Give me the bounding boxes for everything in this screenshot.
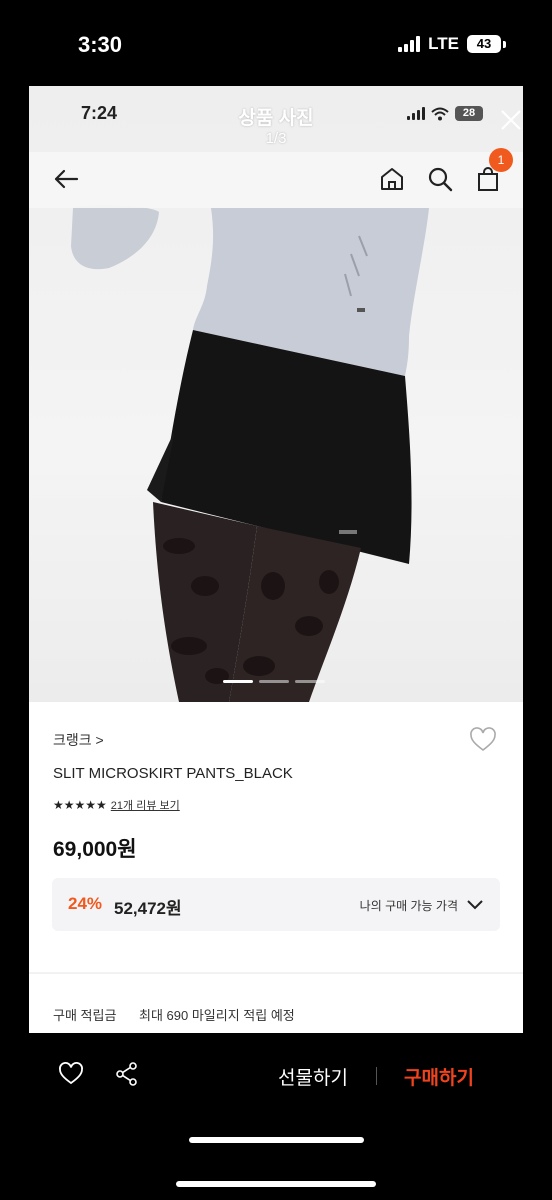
- my-price-box[interactable]: 24% 52,472원 나의 구매 가능 가격: [52, 878, 500, 931]
- like-heart-icon[interactable]: [58, 1061, 84, 1087]
- back-arrow-icon[interactable]: [51, 164, 81, 194]
- inner-home-indicator: [189, 1137, 364, 1143]
- close-icon[interactable]: [499, 108, 523, 132]
- progress-segment: [295, 680, 325, 683]
- review-link[interactable]: 21개 리뷰 보기: [111, 797, 180, 813]
- network-type: LTE: [428, 34, 459, 53]
- outer-status-bar: 3:30 LTE 43: [0, 0, 552, 86]
- home-indicator[interactable]: [176, 1181, 376, 1187]
- bottom-action-bar: 선물하기 구매하기: [0, 1033, 552, 1118]
- progress-segment: [259, 680, 289, 683]
- product-photo[interactable]: 7:24 28 상품 사진 1/3 1: [29, 86, 523, 702]
- progress-segment-active: [223, 680, 253, 683]
- cart-count-badge: 1: [489, 148, 513, 172]
- discount-rate: 24%: [68, 894, 103, 913]
- discount-price: 52,472원: [114, 899, 182, 918]
- viewer-page-indicator: 1/3: [265, 130, 287, 147]
- gift-button[interactable]: 선물하기: [278, 1063, 348, 1090]
- buy-button[interactable]: 구매하기: [404, 1063, 474, 1090]
- rating-row: ★★★★★ 21개 리뷰 보기: [53, 797, 180, 813]
- battery-icon: 43: [467, 35, 501, 53]
- star-rating-icon: ★★★★★: [53, 798, 107, 812]
- outer-status-indicators: LTE 43: [398, 34, 506, 54]
- app-screen: 7:24 28 상품 사진 1/3 1 크랭크 > SLIT MICROSKIR…: [29, 86, 523, 1033]
- product-name: SLIT MICROSKIRT PANTS_BLACK: [53, 765, 293, 782]
- my-price-label: 나의 구매 가능 가격: [359, 899, 458, 913]
- share-icon[interactable]: [114, 1061, 140, 1087]
- home-icon[interactable]: [377, 164, 407, 194]
- cellular-signal-icon: [398, 36, 421, 52]
- photo-progress-indicator: [223, 680, 325, 683]
- app-bar: 1: [29, 148, 523, 208]
- search-icon[interactable]: [425, 164, 455, 194]
- outer-status-time: 3:30: [78, 32, 123, 57]
- chevron-down-icon: [467, 900, 483, 910]
- product-price: 69,000원: [53, 838, 137, 861]
- divider: [29, 972, 523, 974]
- wishlist-heart-icon[interactable]: [469, 726, 497, 754]
- brand-link[interactable]: 크랭크 >: [53, 730, 104, 750]
- points-value: 최대 690 마일리지 적립 예정: [139, 1008, 295, 1023]
- button-separator: [376, 1067, 377, 1085]
- viewer-title: 상품 사진: [238, 108, 314, 129]
- points-label: 구매 적립금: [53, 1008, 117, 1023]
- battery-tip: [503, 40, 506, 48]
